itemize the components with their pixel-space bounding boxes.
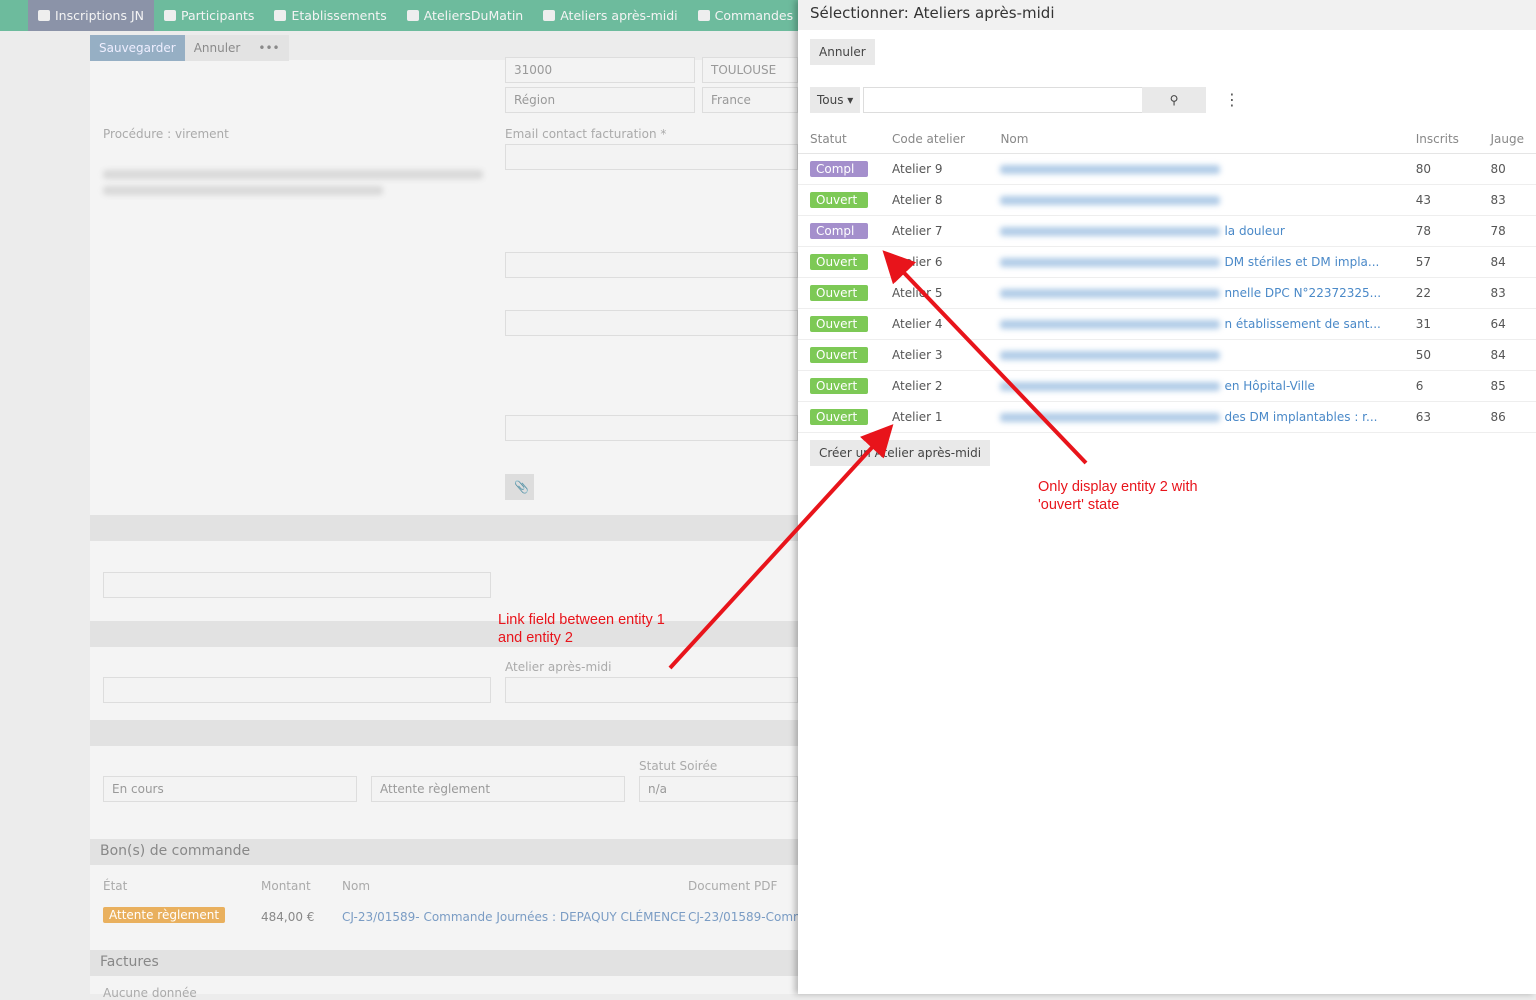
annotation-link: Link field between entity 1 and entity 2 — [498, 611, 688, 647]
arrow-link — [670, 430, 888, 668]
annotation-filter: Only display entity 2 with 'ouvert' stat… — [1038, 478, 1228, 514]
annotation-arrows — [0, 0, 1536, 994]
arrow-filter — [888, 256, 1086, 463]
